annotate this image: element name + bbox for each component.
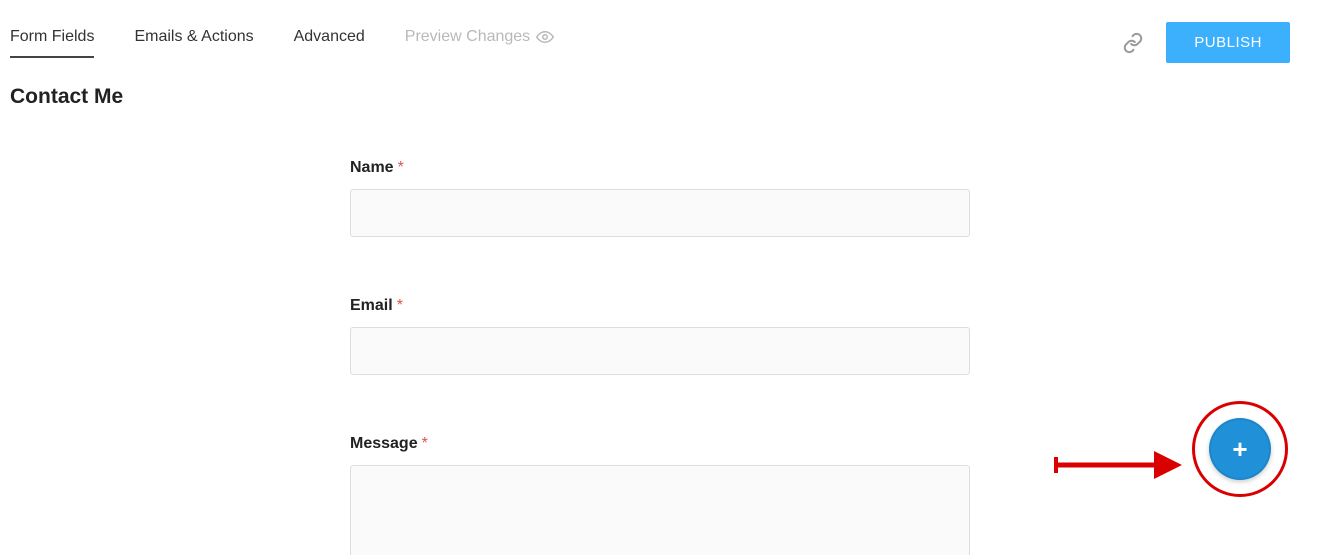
add-field-button[interactable]: + — [1209, 418, 1271, 480]
tab-label: Emails & Actions — [134, 28, 253, 46]
required-mark: * — [397, 297, 403, 315]
required-mark: * — [422, 435, 428, 453]
tab-advanced[interactable]: Advanced — [294, 28, 365, 58]
plus-icon: + — [1232, 436, 1247, 462]
label-text: Message — [350, 435, 418, 453]
header-actions: PUBLISH — [1122, 22, 1290, 63]
fab-wrapper: + — [1180, 389, 1300, 509]
tab-emails-actions[interactable]: Emails & Actions — [134, 28, 253, 58]
tab-label: Preview Changes — [405, 28, 530, 46]
publish-label: PUBLISH — [1194, 34, 1262, 51]
label-text: Name — [350, 159, 394, 177]
tab-label: Form Fields — [10, 28, 94, 46]
page-title: Contact Me — [10, 85, 1320, 109]
arrow-annotation — [1054, 445, 1184, 485]
field-name-block: Name * — [350, 159, 970, 237]
field-message-block: Message * — [350, 435, 970, 560]
eye-icon — [536, 31, 554, 43]
label-text: Email — [350, 297, 393, 315]
field-email-block: Email * — [350, 297, 970, 375]
header-bar: Form Fields Emails & Actions Advanced Pr… — [0, 0, 1320, 63]
publish-button[interactable]: PUBLISH — [1166, 22, 1290, 63]
tab-label: Advanced — [294, 28, 365, 46]
tabs-nav: Form Fields Emails & Actions Advanced Pr… — [10, 28, 554, 58]
field-name-label: Name * — [350, 159, 970, 177]
message-input[interactable] — [350, 465, 970, 555]
form-area: Name * Email * Message * — [350, 159, 970, 560]
tab-form-fields[interactable]: Form Fields — [10, 28, 94, 58]
required-mark: * — [398, 159, 404, 177]
name-input[interactable] — [350, 189, 970, 237]
field-message-label: Message * — [350, 435, 970, 453]
tab-preview-changes[interactable]: Preview Changes — [405, 28, 554, 58]
field-email-label: Email * — [350, 297, 970, 315]
email-input[interactable] — [350, 327, 970, 375]
link-icon[interactable] — [1122, 32, 1144, 54]
